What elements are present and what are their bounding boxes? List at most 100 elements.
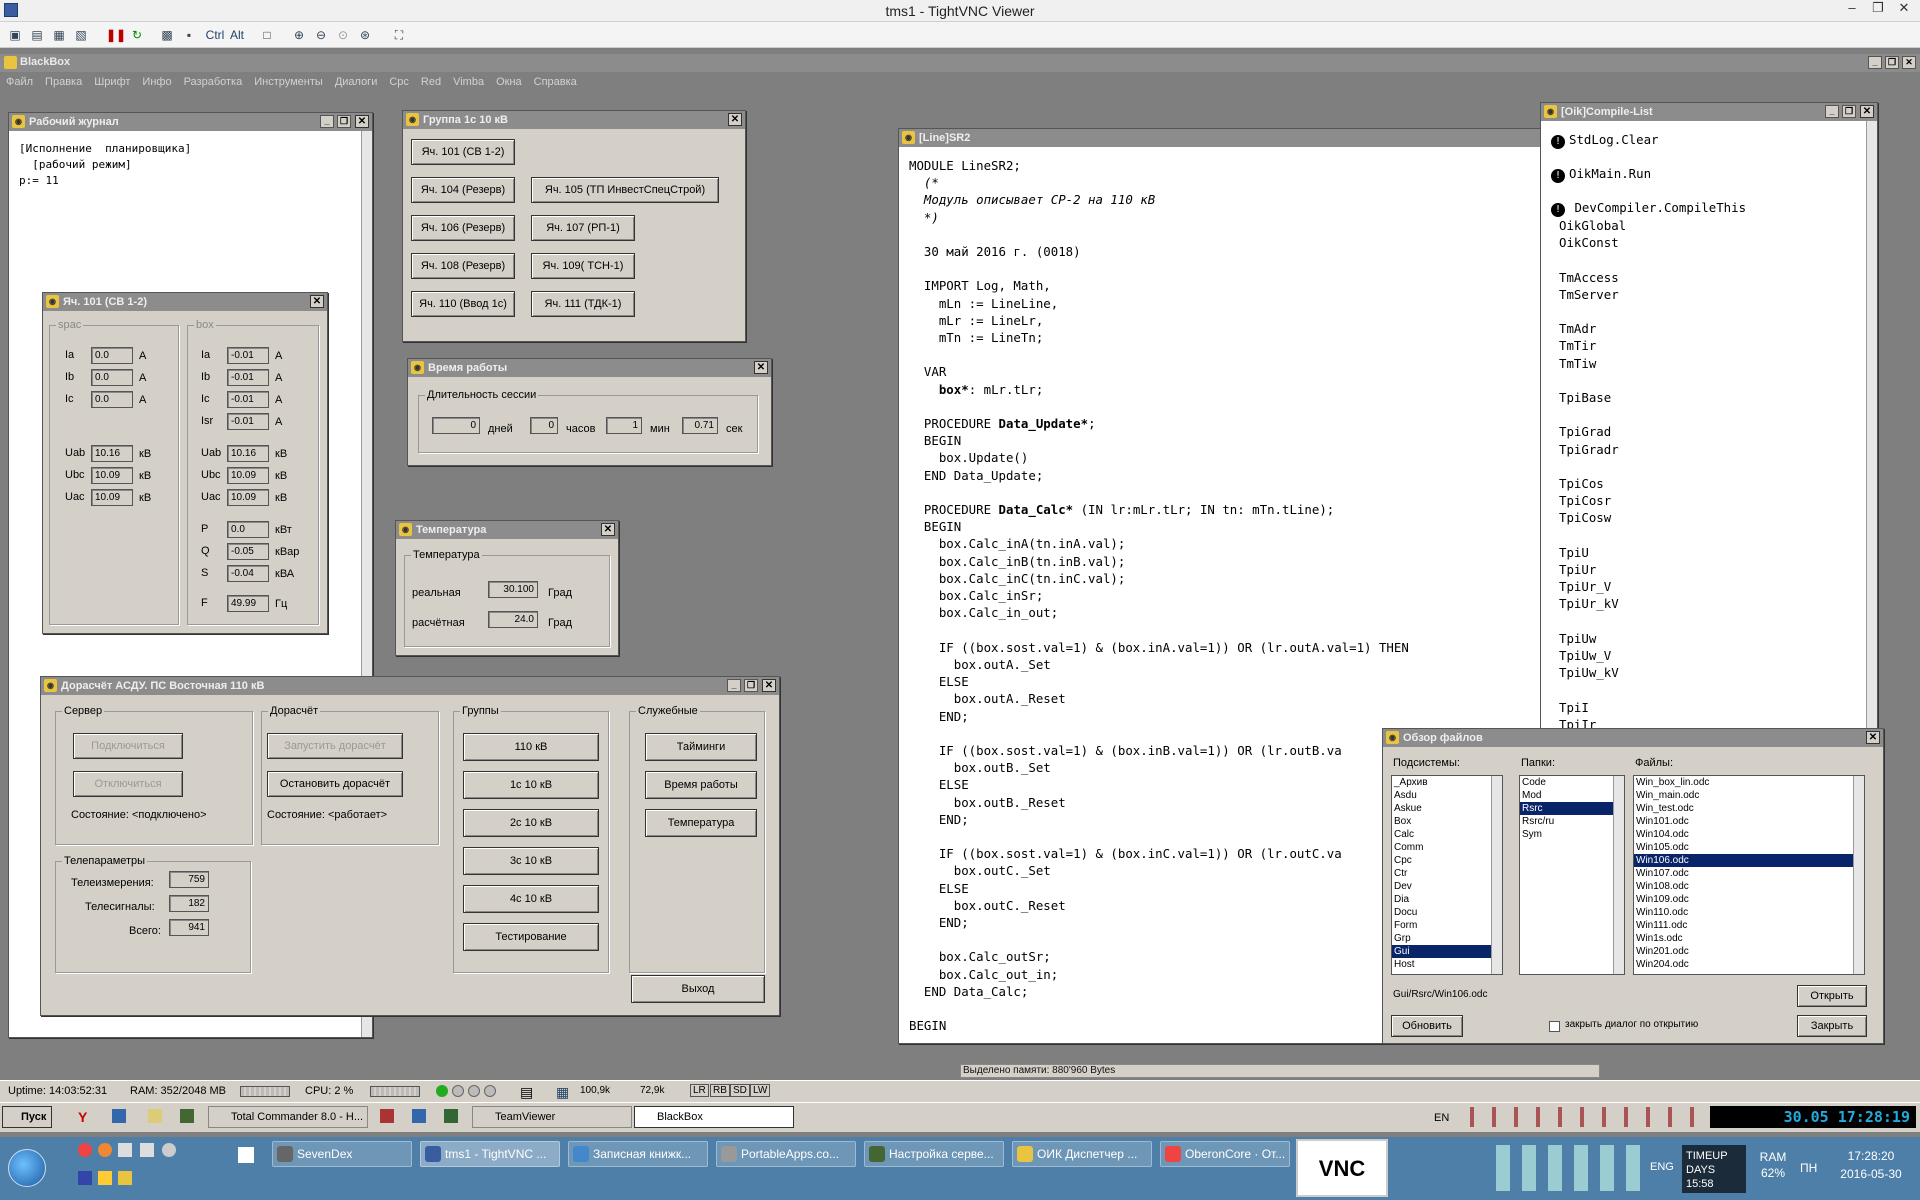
stop-calc-button[interactable]: Остановить дорасчёт xyxy=(267,771,403,797)
file-item[interactable]: Win107.odc xyxy=(1634,867,1864,880)
restore-icon[interactable]: ❐ xyxy=(744,679,758,692)
menu-file[interactable]: Файл xyxy=(6,76,33,88)
restore-icon[interactable]: ❐ xyxy=(1842,105,1856,118)
vnc-taskbar-icon[interactable]: VNC xyxy=(1296,1139,1388,1197)
save-icon[interactable]: ▤ xyxy=(28,26,46,44)
list-scrollbar[interactable] xyxy=(1853,776,1864,974)
subsystem-item[interactable]: Gui xyxy=(1392,945,1502,958)
chrome-icon[interactable] xyxy=(78,1143,92,1157)
task-portableapps[interactable]: PortableApps.co... xyxy=(716,1141,856,1167)
minimize-icon[interactable]: _ xyxy=(320,115,334,128)
cell110-button[interactable]: Яч. 110 (Ввод 1с) xyxy=(411,291,515,317)
cell105-button[interactable]: Яч. 105 (ТП ИнвестСпецСтрой) xyxy=(531,177,719,203)
zoom-out-icon[interactable]: ⊖ xyxy=(312,26,330,44)
folder-item[interactable]: Rsrc xyxy=(1520,802,1624,815)
zoom-fit-icon[interactable]: ⊛ xyxy=(356,26,374,44)
task-sevendex[interactable]: SevenDex xyxy=(272,1141,412,1167)
task-tightvnc[interactable]: tms1 - TightVNC ... xyxy=(420,1141,560,1167)
info-icon[interactable]: ▧ xyxy=(72,26,90,44)
close-icon[interactable]: ✕ xyxy=(1902,56,1916,69)
zoom-in-icon[interactable]: ⊕ xyxy=(290,26,308,44)
subsystem-item[interactable]: Asdu xyxy=(1392,789,1502,802)
app-icon[interactable] xyxy=(412,1109,426,1123)
exclamation-icon[interactable]: ! xyxy=(1551,203,1565,217)
cell101-button[interactable]: Яч. 101 (СВ 1-2) xyxy=(411,139,515,165)
folder-item[interactable]: Rsrc/ru xyxy=(1520,815,1624,828)
list-scrollbar[interactable] xyxy=(1491,776,1502,974)
app-icon[interactable] xyxy=(78,1171,92,1185)
clipboard-icon[interactable]: □ xyxy=(258,26,276,44)
minimize-icon[interactable]: _ xyxy=(1825,105,1839,118)
subsystem-item[interactable]: Form xyxy=(1392,919,1502,932)
close-icon[interactable]: ✕ xyxy=(1860,105,1874,118)
file-item[interactable]: Win109.odc xyxy=(1634,893,1864,906)
subsystem-item[interactable]: Comm xyxy=(1392,841,1502,854)
firefox-icon[interactable] xyxy=(98,1143,112,1157)
command-compile-this[interactable]: DevCompiler.CompileThis xyxy=(1567,200,1746,215)
file-item[interactable]: Win_main.odc xyxy=(1634,789,1864,802)
lang-indicator[interactable]: ENG xyxy=(1650,1161,1674,1173)
blackbox-icon[interactable] xyxy=(118,1171,132,1185)
task-oik-dispatcher[interactable]: ОИК Диспетчер ... xyxy=(1012,1141,1152,1167)
task-notebook[interactable]: Записная книжк... xyxy=(568,1141,708,1167)
menu-info[interactable]: Инфо xyxy=(142,76,171,88)
cell106-button[interactable]: Яч. 106 (Резерв) xyxy=(411,215,515,241)
subsystem-item[interactable]: Box xyxy=(1392,815,1502,828)
group-2c-button[interactable]: 2с 10 кВ xyxy=(463,809,599,837)
windows-icon[interactable] xyxy=(112,1109,126,1123)
app-icon[interactable] xyxy=(238,1147,254,1163)
tray-icons[interactable] xyxy=(1470,1107,1708,1127)
testing-button[interactable]: Тестирование xyxy=(463,923,599,951)
app-icon[interactable] xyxy=(380,1109,394,1123)
cell108-button[interactable]: Яч. 108 (Резерв) xyxy=(411,253,515,279)
folder-item[interactable]: Sym xyxy=(1520,828,1624,841)
file-item[interactable]: Win201.odc xyxy=(1634,945,1864,958)
cell107-button[interactable]: Яч. 107 (РП-1) xyxy=(531,215,635,241)
code-editor[interactable]: MODULE LineSR2; (* Модуль описывает СР-2… xyxy=(909,157,1409,1034)
list-scrollbar[interactable] xyxy=(1613,776,1624,974)
open-button[interactable]: Открыть xyxy=(1797,985,1867,1007)
files-list[interactable]: Win_box_lin.odc Win_main.odc Win_test.odc W… xyxy=(1633,775,1865,975)
menu-cpc[interactable]: Cpc xyxy=(389,76,409,88)
menu-edit[interactable]: Правка xyxy=(45,76,82,88)
group-110-button[interactable]: 110 кВ xyxy=(463,733,599,761)
pause-icon[interactable]: ❚❚ xyxy=(106,26,126,44)
close-icon[interactable]: ✕ xyxy=(728,113,742,126)
minimize-icon[interactable]: _ xyxy=(1868,56,1882,69)
close-icon[interactable]: ✕ xyxy=(762,679,776,692)
close-on-open-checkbox[interactable] xyxy=(1549,1021,1560,1032)
subsystems-list[interactable]: _Архив Asdu Askue Box Calc Comm Cpc Ctr Dev Dia Do… xyxy=(1391,775,1503,975)
menu-red[interactable]: Red xyxy=(421,76,441,88)
fullscreen-icon[interactable]: ⛶ xyxy=(390,26,408,44)
ctrl-key-button[interactable]: Ctrl xyxy=(204,26,226,44)
app-icon[interactable] xyxy=(162,1143,176,1157)
file-item[interactable]: Win104.odc xyxy=(1634,828,1864,841)
subsystem-item[interactable]: _Архив xyxy=(1392,776,1502,789)
timings-button[interactable]: Тайминги xyxy=(645,733,757,761)
group-3c-button[interactable]: 3с 10 кВ xyxy=(463,847,599,875)
worktime-button[interactable]: Время работы xyxy=(645,771,757,799)
subsystem-item[interactable]: Docu xyxy=(1392,906,1502,919)
command-stdlog-clear[interactable]: StdLog.Clear xyxy=(1569,132,1659,147)
file-item[interactable]: Win108.odc xyxy=(1634,880,1864,893)
app-icon[interactable] xyxy=(180,1109,194,1123)
subsystem-item[interactable]: Dev xyxy=(1392,880,1502,893)
task-blackbox[interactable]: BlackBox xyxy=(634,1106,794,1128)
subsystem-item[interactable]: Grp xyxy=(1392,932,1502,945)
file-item[interactable]: Win105.odc xyxy=(1634,841,1864,854)
task-oberoncore[interactable]: OberonCore · От... xyxy=(1160,1141,1290,1167)
start-button[interactable]: Пуск xyxy=(2,1106,52,1128)
folders-list[interactable]: Code Mod Rsrc Rsrc/ru Sym xyxy=(1519,775,1625,975)
tray-icons[interactable] xyxy=(1496,1145,1646,1191)
compile-scrollbar[interactable] xyxy=(1866,121,1877,731)
file-item[interactable]: Win111.odc xyxy=(1634,919,1864,932)
file-item[interactable]: Win204.odc xyxy=(1634,958,1864,971)
file-item[interactable]: Win110.odc xyxy=(1634,906,1864,919)
cell104-button[interactable]: Яч. 104 (Резерв) xyxy=(411,177,515,203)
restore-icon[interactable]: ❐ xyxy=(337,115,351,128)
menu-windows[interactable]: Окна xyxy=(496,76,522,88)
close-icon[interactable]: ✕ xyxy=(355,115,369,128)
new-connection-icon[interactable]: ▣ xyxy=(6,26,24,44)
subsystem-item[interactable]: Cpc xyxy=(1392,854,1502,867)
menu-dialogs[interactable]: Диалоги xyxy=(335,76,378,88)
